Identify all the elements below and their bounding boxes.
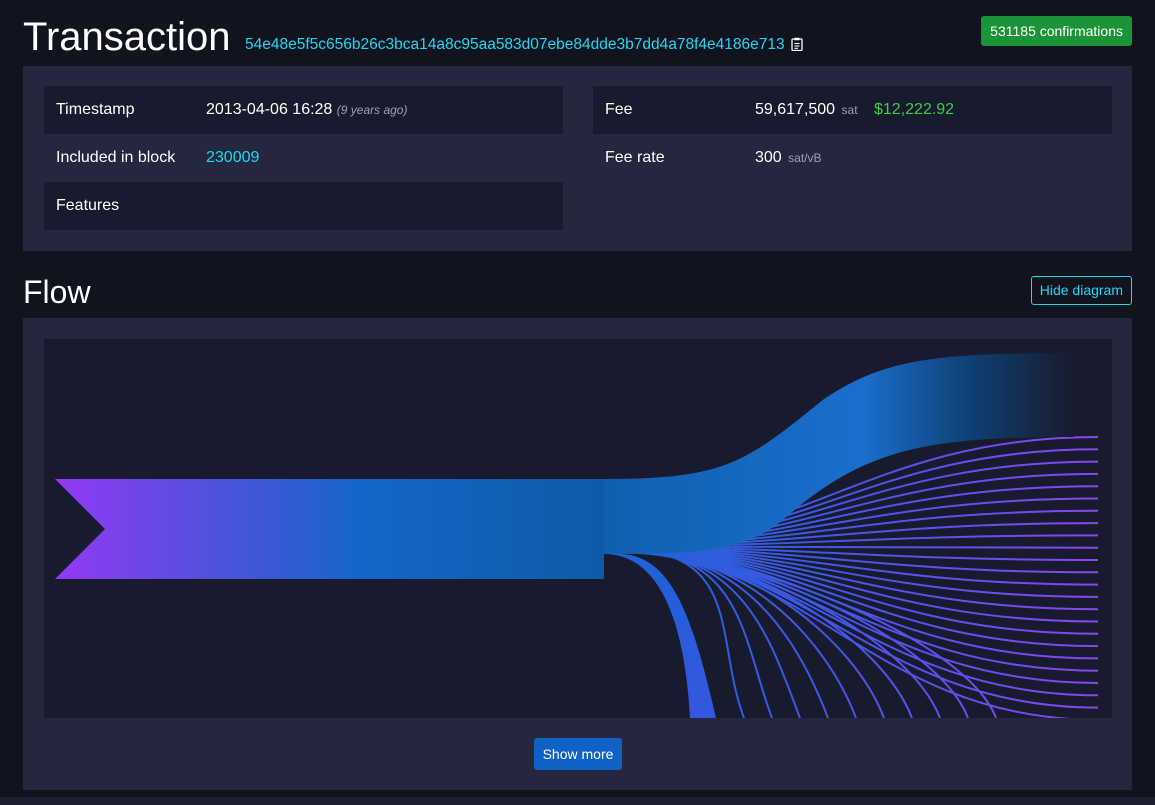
fee-cell: 59,617,500 sat $12,222.92	[743, 86, 1112, 134]
fee-row: Fee 59,617,500 sat $12,222.92	[593, 86, 1112, 134]
timestamp-relative: (9 years ago)	[336, 103, 408, 117]
details-table-right: Fee 59,617,500 sat $12,222.92 Fee rate 3…	[593, 86, 1112, 182]
fee-rate-cell: 300 sat/vB	[743, 134, 1112, 182]
hide-diagram-button[interactable]: Hide diagram	[1030, 276, 1132, 305]
fee-value: 59,617,500	[755, 101, 836, 118]
txid-link[interactable]: 54e48e5f5c656b26c3bca14a8c95aa583d07ebe8…	[245, 36, 803, 54]
fee-unit: sat	[841, 103, 858, 117]
fee-rate-value: 300	[755, 149, 782, 166]
fee-label: Fee	[593, 86, 743, 134]
txid-text[interactable]: 54e48e5f5c656b26c3bca14a8c95aa583d07ebe8…	[245, 36, 785, 53]
timestamp-row: Timestamp 2013-04-06 16:28 (9 years ago)	[44, 86, 563, 134]
flow-title: Flow	[23, 274, 91, 310]
fee-rate-unit: sat/vB	[788, 151, 822, 165]
timestamp-cell: 2013-04-06 16:28 (9 years ago)	[194, 86, 563, 134]
show-more-button[interactable]: Show more	[534, 738, 622, 770]
fee-rate-row: Fee rate 300 sat/vB	[593, 134, 1112, 182]
features-row: Features	[44, 182, 563, 230]
page-footer-strip	[0, 797, 1155, 805]
block-cell: 230009	[194, 134, 563, 182]
block-link[interactable]: 230009	[206, 149, 259, 166]
transaction-header: Transaction 54e48e5f5c656b26c3bca14a8c95…	[23, 12, 1132, 60]
flow-diagram-svg	[55, 353, 1099, 718]
details-table-left: Timestamp 2013-04-06 16:28 (9 years ago)…	[44, 86, 563, 230]
confirmations-badge: 531185 confirmations	[981, 16, 1132, 46]
timestamp-label: Timestamp	[44, 86, 194, 134]
fee-usd: $12,222.92	[874, 101, 955, 118]
output-drop-flow	[604, 554, 716, 718]
fee-rate-label: Fee rate	[605, 149, 665, 166]
block-label: Included in block	[56, 149, 176, 166]
features-label: Features	[44, 182, 194, 230]
input-flow[interactable]	[55, 479, 604, 579]
flow-panel: Show more	[23, 318, 1132, 790]
page-title: Transaction	[23, 15, 231, 59]
timestamp-value: 2013-04-06 16:28	[206, 101, 333, 118]
transaction-details-panel: Timestamp 2013-04-06 16:28 (9 years ago)…	[23, 66, 1132, 251]
clipboard-icon[interactable]	[790, 37, 803, 51]
features-value	[194, 182, 563, 230]
flow-diagram	[44, 339, 1112, 718]
block-row: Included in block 230009	[44, 134, 563, 182]
